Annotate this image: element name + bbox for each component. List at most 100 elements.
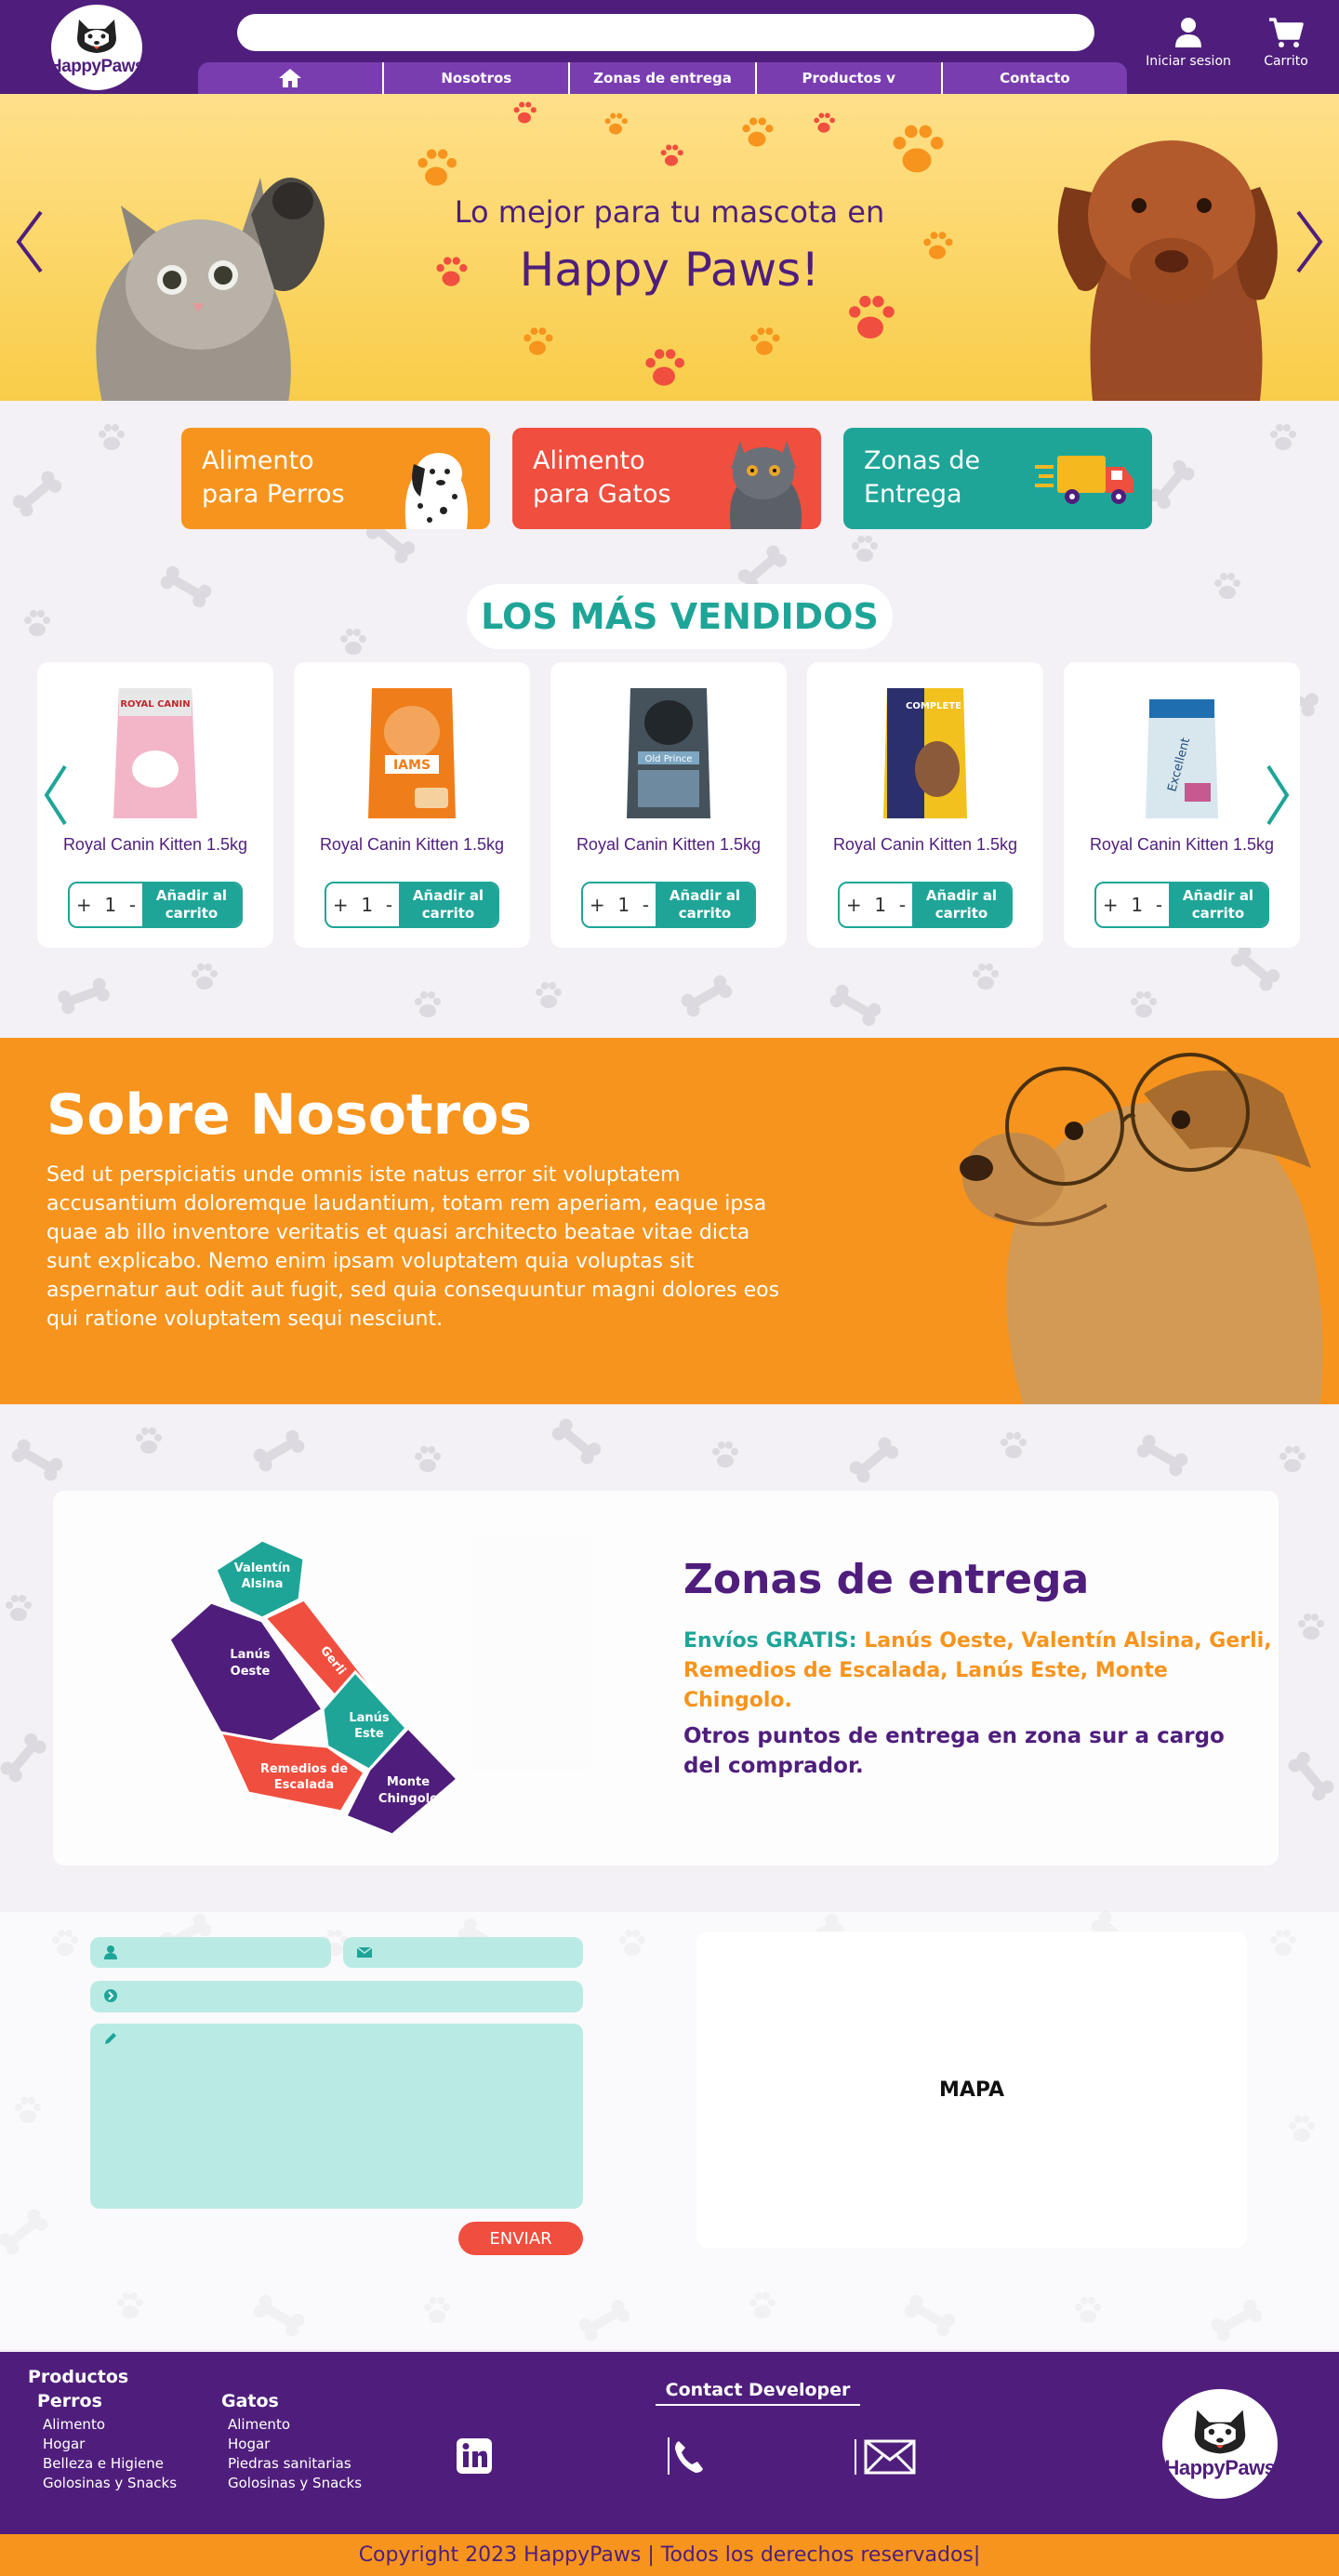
husky-logo-icon — [1194, 2410, 1246, 2454]
footer-link[interactable]: Golosinas y Snacks — [228, 2474, 362, 2493]
qty-plus-button[interactable]: + — [1103, 894, 1119, 916]
envelope-icon — [356, 1946, 373, 1958]
qty-value: 1 — [617, 894, 630, 916]
qty-minus-button[interactable]: - — [899, 894, 906, 916]
qty-minus-button[interactable]: - — [643, 894, 649, 916]
nav-home[interactable] — [198, 62, 385, 94]
about-text: Sed ut perspiciatis unde omnis iste natu… — [46, 1163, 780, 1331]
paw-icon — [513, 101, 537, 124]
nav-nosotros[interactable]: Nosotros — [384, 62, 571, 94]
logo-text: HappyPaws — [48, 57, 145, 76]
footer-link[interactable]: Alimento — [228, 2415, 362, 2435]
home-icon — [279, 69, 302, 87]
add-label-2: carrito — [1191, 905, 1245, 922]
map-label: Chingolo — [378, 1792, 438, 1806]
footer-logo[interactable]: HappyPaws — [1162, 2389, 1278, 2499]
message-textarea[interactable] — [90, 2024, 583, 2209]
category-cat-food-card[interactable]: Alimento para Gatos — [512, 428, 821, 529]
add-to-cart-button[interactable]: Añadir al carrito — [656, 883, 754, 926]
paw-icon — [660, 144, 683, 166]
add-to-cart-group: + 1 - Añadir al carrito — [68, 882, 243, 928]
nav-productos[interactable]: Productos v — [757, 62, 943, 94]
nav-contacto[interactable]: Contacto — [943, 62, 1127, 94]
product-card[interactable]: ROYAL CANIN Royal Canin Kitten 1.5kg + 1… — [37, 662, 273, 948]
category-delivery-card[interactable]: Zonas de Entrega — [843, 428, 1152, 529]
footer-cats-list: Alimento Hogar Piedras sanitarias Golosi… — [228, 2415, 362, 2493]
qty-plus-button[interactable]: + — [76, 894, 92, 916]
mail-icon[interactable] — [853, 2437, 918, 2476]
zones-other-text: Otros puntos de entrega en zona sur a ca… — [683, 1724, 1225, 1778]
qty-value: 1 — [104, 894, 117, 916]
footer-link[interactable]: Belleza e Higiene — [43, 2454, 177, 2474]
map-label: Monte — [387, 1775, 430, 1789]
dog-with-glasses-image — [960, 1053, 1323, 1404]
qty-minus-button[interactable]: - — [129, 894, 136, 916]
send-button[interactable]: ENVIAR — [458, 2222, 583, 2255]
category-dog-food-card[interactable]: Alimento para Perros — [181, 428, 490, 529]
add-to-cart-group: + 1 - Añadir al carrito — [325, 882, 499, 928]
subject-field[interactable] — [90, 1981, 583, 2012]
linkedin-icon[interactable] — [456, 2437, 493, 2475]
login-button[interactable]: Iniciar sesion — [1137, 17, 1240, 69]
brand-logo[interactable]: HappyPaws — [48, 5, 145, 90]
delivery-zones-card: Valentín Alsina Lanús Oeste Gerli Lanús … — [53, 1491, 1279, 1866]
footer-link[interactable]: Alimento — [43, 2415, 177, 2435]
footer-link[interactable]: Hogar — [43, 2435, 177, 2454]
qty-value: 1 — [1131, 894, 1144, 916]
products-prev-arrow-icon[interactable] — [41, 763, 69, 828]
zones-title: Zonas de entrega — [683, 1556, 1090, 1603]
product-name: Royal Canin Kitten 1.5kg — [1089, 835, 1275, 854]
quantity-stepper: + 1 - — [326, 883, 399, 926]
dalmatian-image — [404, 453, 468, 529]
bag-label: COMPLETE — [906, 701, 961, 711]
add-label-1: Añadir al — [925, 887, 998, 904]
hero-title-line2: Happy Paws! — [519, 243, 820, 297]
hero-banner: Lo mejor para tu mascota en Happy Paws! — [0, 94, 1339, 401]
product-name: Royal Canin Kitten 1.5kg — [319, 835, 505, 854]
cart-icon — [1269, 18, 1304, 47]
bag-label: IAMS — [393, 758, 431, 773]
husky-logo-icon — [77, 20, 116, 53]
qty-minus-button[interactable]: - — [386, 894, 392, 916]
footer-link[interactable]: Hogar — [228, 2435, 362, 2454]
paw-icon — [418, 149, 457, 186]
best-sellers-title: LOS MÁS VENDIDOS — [467, 584, 893, 649]
map-label: Este — [354, 1727, 384, 1741]
carousel-prev-arrow-icon[interactable] — [13, 208, 46, 275]
qty-value: 1 — [361, 894, 374, 916]
footer-cats-title[interactable]: Gatos — [221, 2391, 279, 2411]
search-input[interactable] — [237, 14, 1094, 51]
product-card[interactable]: Old Prince Royal Canin Kitten 1.5kg + 1 … — [550, 662, 787, 948]
login-label: Iniciar sesion — [1146, 54, 1231, 69]
add-to-cart-button[interactable]: Añadir al carrito — [912, 883, 1011, 926]
product-card[interactable]: COMPLETE Royal Canin Kitten 1.5kg + 1 - … — [807, 662, 1043, 948]
qty-plus-button[interactable]: + — [333, 894, 349, 916]
product-name: Royal Canin Kitten 1.5kg — [832, 835, 1018, 854]
add-to-cart-button[interactable]: Añadir al carrito — [1169, 883, 1267, 926]
footer-link[interactable]: Piedras sanitarias — [228, 2454, 362, 2474]
product-card[interactable]: IAMS Royal Canin Kitten 1.5kg + 1 - Añad… — [294, 662, 530, 948]
email-field[interactable] — [343, 1937, 583, 1968]
products-next-arrow-icon[interactable] — [1265, 763, 1293, 828]
footer-dogs-title[interactable]: Perros — [37, 2391, 102, 2411]
quantity-stepper: + 1 - — [1096, 883, 1169, 926]
cart-button[interactable]: Carrito — [1235, 17, 1337, 69]
carousel-next-arrow-icon[interactable] — [1293, 208, 1326, 275]
add-to-cart-button[interactable]: Añadir al carrito — [399, 883, 497, 926]
nav-zonas-de-entrega[interactable]: Zonas de entrega — [570, 62, 757, 94]
map-label: Lanús — [230, 1648, 271, 1662]
map-placeholder[interactable]: MAPA — [696, 1932, 1247, 2248]
add-to-cart-group: + 1 - Añadir al carrito — [838, 882, 1013, 928]
product-name: Royal Canin Kitten 1.5kg — [576, 835, 762, 854]
qty-minus-button[interactable]: - — [1156, 894, 1162, 916]
qty-plus-button[interactable]: + — [590, 894, 605, 916]
phone-icon[interactable] — [666, 2436, 710, 2476]
user-icon — [104, 1945, 117, 1959]
qty-plus-button[interactable]: + — [846, 894, 862, 916]
footer-link[interactable]: Golosinas y Snacks — [43, 2474, 177, 2493]
bag-label: ROYAL CANIN — [120, 699, 190, 710]
name-field[interactable] — [90, 1937, 331, 1968]
add-to-cart-button[interactable]: Añadir al carrito — [142, 883, 241, 926]
paw-icon — [893, 125, 944, 173]
product-image: Old Prince — [627, 688, 710, 818]
